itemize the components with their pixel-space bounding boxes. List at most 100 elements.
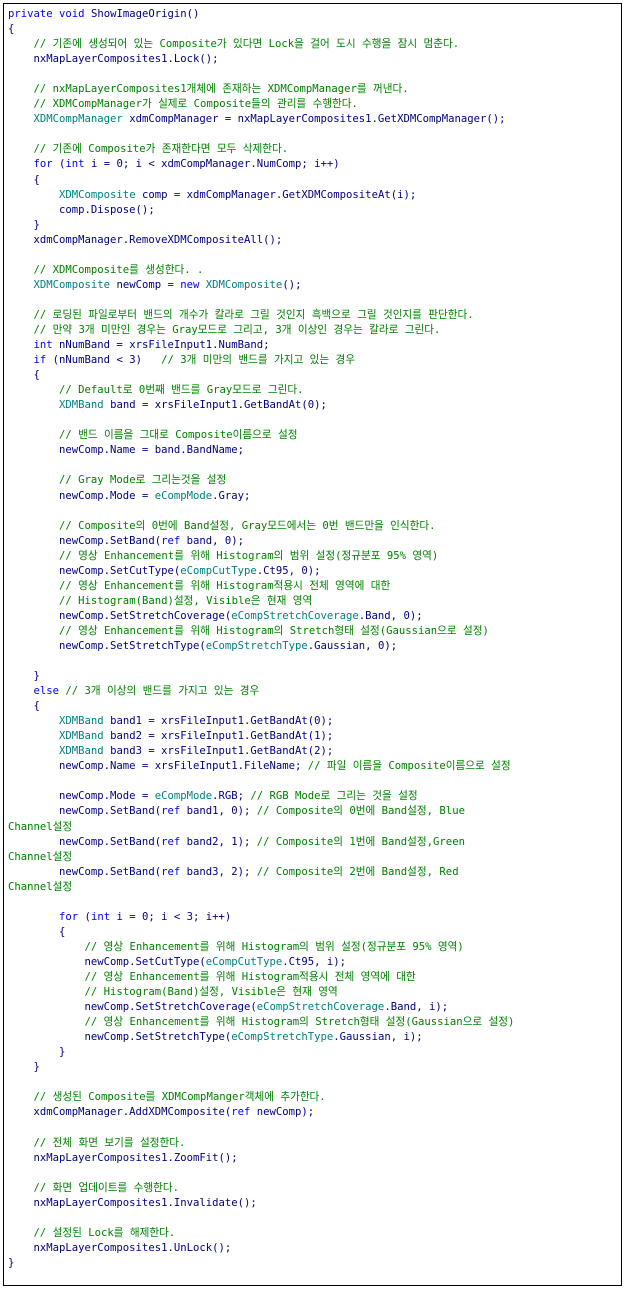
- code-text: .Ct95, i);: [282, 955, 347, 968]
- code-comment: // Default로 0번째 밴드를 Gray모드로 그린다.: [59, 384, 304, 397]
- code-comment: // 영상 Enhancement를 위해 Histogram의 Stretch…: [84, 1016, 515, 1029]
- code-line: }: [8, 1045, 619, 1060]
- code-keyword: for: [33, 158, 53, 171]
- code-comment: Channel설정: [8, 880, 73, 893]
- code-comment: // Histogram(Band)설정, Visible은 현재 영역: [84, 986, 338, 999]
- code-text: newComp.SetBand(: [8, 835, 162, 848]
- code-comment: // Composite의 0번에 Band설정, Blue: [256, 805, 465, 818]
- code-text: (: [52, 158, 66, 171]
- code-comment: // nxMapLayerComposites1개체에 존재하는 XDMComp…: [33, 83, 409, 96]
- code-line: nxMapLayerComposites1.Lock();: [8, 52, 619, 67]
- code-comment: // XDMComposite를 생성한다. .: [33, 263, 204, 276]
- code-type-name: XDMComposite: [205, 278, 283, 291]
- code-line: nxMapLayerComposites1.Invalidate();: [8, 1196, 619, 1211]
- code-comment: // XDMCompManager가 실제로 Composite들의 관리를 수…: [33, 98, 358, 111]
- code-line: newComp.SetStretchType(eCompStretchType.…: [8, 639, 619, 654]
- code-text: band1, 0);: [180, 805, 257, 818]
- code-line: // 영상 Enhancement를 위해 Histogram의 Stretch…: [8, 1015, 619, 1030]
- code-text: newComp.Name = xrsFileInput1.FileName;: [8, 760, 308, 773]
- code-line: else // 3개 이상의 밴드를 가지고 있는 경우: [8, 684, 619, 699]
- code-text: (nNumBand < 3): [46, 354, 162, 367]
- code-keyword: else: [33, 685, 60, 698]
- code-line: newComp.SetStretchCoverage(eCompStretchC…: [8, 1000, 619, 1015]
- code-text: newComp.SetCutType(: [8, 955, 206, 968]
- code-line: nxMapLayerComposites1.UnLock();: [8, 1241, 619, 1256]
- code-line: XDMComposite comp = xdmCompManager.GetXD…: [8, 188, 619, 203]
- code-line: // 영상 Enhancement를 위해 Histogram적용시 전체 영역…: [8, 970, 619, 985]
- code-text: .Ct95, 0);: [256, 564, 321, 577]
- code-line: newComp.SetBand(ref band2, 1); // Compos…: [8, 835, 619, 850]
- code-type-name: eCompStretchType: [231, 1031, 334, 1044]
- code-text: ();: [282, 278, 302, 291]
- code-line: // 기존에 Composite가 존재한다면 모두 삭제한다.: [8, 142, 619, 157]
- code-line: XDMBand band3 = xrsFileInput1.GetBandAt(…: [8, 744, 619, 759]
- code-keyword: for: [59, 910, 79, 923]
- code-line: if (nNumBand < 3) // 3개 미만의 밴드를 가지고 있는 경…: [8, 353, 619, 368]
- code-comment: // Histogram(Band)설정, Visible은 현재 영역: [59, 594, 313, 607]
- code-text: newComp.Mode =: [8, 790, 155, 803]
- code-line: }: [8, 218, 619, 233]
- code-line: }: [8, 1060, 619, 1075]
- code-text: }: [8, 218, 40, 231]
- code-comment: // 3개 이상의 밴드를 가지고 있는 경우: [65, 685, 260, 698]
- code-text: i = 0; i < xdmCompManager.NumComp; i++): [84, 158, 340, 171]
- code-line: newComp.Mode = eCompMode.RGB; // RGB Mod…: [8, 789, 619, 804]
- code-line: // 만약 3개 미만인 경우는 Gray모드로 그리고, 3개 이상인 경우는…: [8, 323, 619, 338]
- code-comment: // 영상 Enhancement를 위해 Histogram적용시 전체 영역…: [84, 971, 416, 983]
- code-line: xdmCompManager.RemoveXDMCompositeAll();: [8, 233, 619, 248]
- code-text: newComp.SetBand(: [8, 805, 162, 818]
- code-line: for (int i = 0; i < xdmCompManager.NumCo…: [8, 157, 619, 172]
- code-keyword: int: [90, 910, 111, 923]
- code-comment: // 화면 업데이트를 수행한다.: [33, 1181, 179, 1194]
- code-line: Channel설정: [8, 820, 619, 835]
- code-text: band2, 1);: [180, 835, 257, 848]
- code-comment: // 영상 Enhancement를 위해 Histogram적용시 전체 영역…: [59, 579, 391, 592]
- code-line: XDMBand band1 = xrsFileInput1.GetBandAt(…: [8, 714, 619, 729]
- code-text: newComp.SetBand(: [8, 534, 162, 547]
- code-line: // Default로 0번째 밴드를 Gray모드로 그린다.: [8, 383, 619, 398]
- code-comment: // Composite의 0번에 Band설정, Gray모드에서는 0번 밴…: [59, 519, 436, 532]
- code-line: // 기존에 생성되어 있는 Composite가 있다면 Lock을 걸어 도…: [8, 37, 619, 52]
- code-type-name: eCompStretchType: [205, 639, 308, 652]
- code-text: nxMapLayerComposites1.UnLock();: [8, 1241, 232, 1254]
- code-keyword: ref: [161, 865, 181, 878]
- code-type-name: XDMBand: [59, 730, 104, 743]
- code-type-name: XDMComposite: [59, 188, 136, 201]
- code-text: band3 = xrsFileInput1.GetBandAt(2);: [103, 745, 334, 758]
- code-type-name: XDMBand: [59, 399, 104, 412]
- code-type-name: XDMComposite: [33, 278, 111, 291]
- code-line: // 화면 업데이트를 수행한다.: [8, 1181, 619, 1196]
- code-keyword: ref: [161, 835, 181, 848]
- code-line: // 로딩된 파일로부터 밴드의 개수가 칼라로 그릴 것인지 흑백으로 그릴 …: [8, 308, 619, 323]
- code-keyword: ref: [161, 534, 181, 547]
- code-text: comp.Dispose();: [8, 203, 155, 216]
- code-comment: // Gray Mode로 그리는것을 설정: [59, 474, 227, 487]
- code-keyword: ref: [231, 1106, 251, 1119]
- code-comment: // 영상 Enhancement를 위해 Histogram의 범위 설정(정…: [84, 940, 464, 953]
- code-line: int nNumBand = xrsFileInput1.NumBand;: [8, 338, 619, 353]
- code-text: newComp.SetStretchType(: [8, 639, 206, 652]
- code-line: newComp.SetBand(ref band1, 0); // Compos…: [8, 804, 619, 819]
- code-text: .Gray;: [212, 489, 251, 502]
- code-keyword: if: [33, 354, 47, 367]
- code-text: }: [8, 1046, 66, 1059]
- code-type-name: eCompCutType: [205, 955, 283, 968]
- code-line: XDMBand band = xrsFileInput1.GetBandAt(0…: [8, 398, 619, 413]
